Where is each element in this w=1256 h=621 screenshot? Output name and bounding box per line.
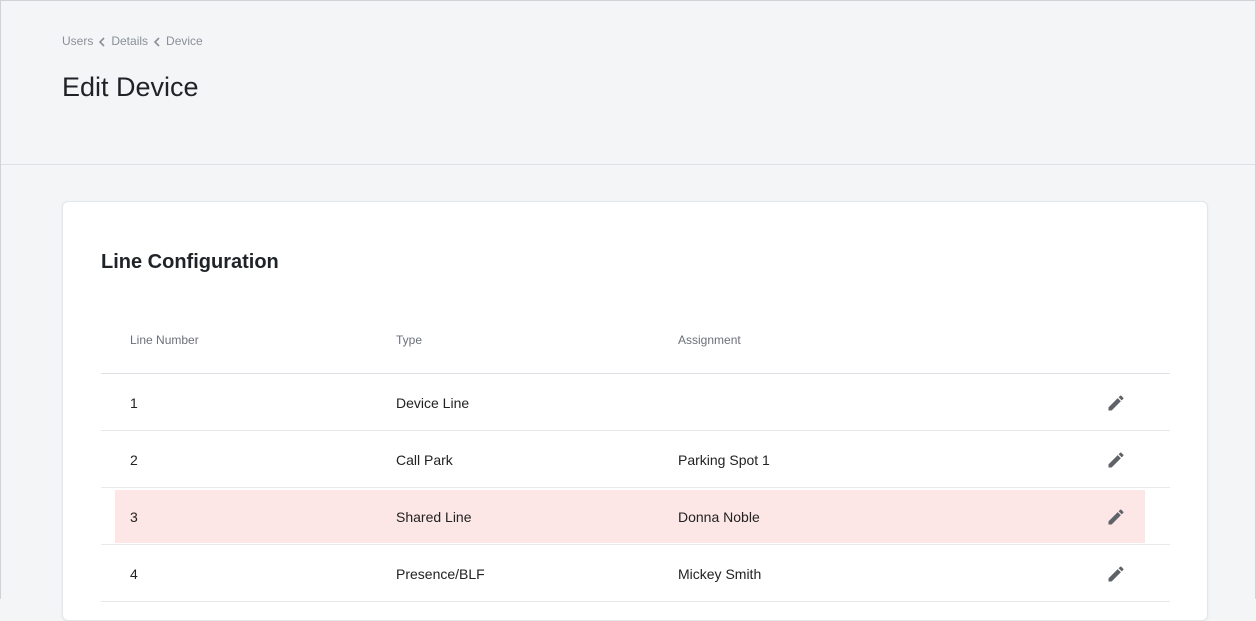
breadcrumb-users[interactable]: Users [62, 34, 93, 48]
type-cell: Shared Line [396, 509, 472, 525]
line-number-cell: 2 [130, 452, 138, 468]
line-number-cell: 1 [130, 395, 138, 411]
column-header-type: Type [396, 333, 423, 347]
table-header: Line Number Type Assignment [101, 314, 1170, 374]
table-row: 2 Call Park Parking Spot 1 [101, 431, 1170, 488]
page-header: Users Details Device Edit Device [1, 1, 1255, 165]
pencil-icon[interactable] [1104, 391, 1128, 415]
line-configuration-table: Line Number Type Assignment 1 Device Lin… [101, 314, 1170, 602]
app-frame: Users Details Device Edit Device Line Co… [0, 0, 1256, 621]
table-row-highlighted: 3 Shared Line Donna Noble [101, 488, 1170, 545]
type-cell: Presence/BLF [396, 566, 485, 582]
page-title: Edit Device [62, 72, 199, 102]
row-highlight [115, 490, 1145, 543]
breadcrumb-device: Device [166, 34, 203, 48]
type-cell: Device Line [396, 395, 470, 411]
assignment-cell: Parking Spot 1 [678, 452, 770, 468]
table-row: 4 Presence/BLF Mickey Smith [101, 545, 1170, 602]
card-title: Line Configuration [101, 251, 279, 273]
pencil-icon[interactable] [1104, 562, 1128, 586]
line-configuration-card: Line Configuration Line Number Type Assi… [62, 201, 1208, 621]
assignment-cell: Mickey Smith [678, 566, 762, 582]
assignment-cell: Donna Noble [678, 509, 760, 525]
chevron-left-icon [148, 34, 166, 48]
pencil-icon[interactable] [1104, 448, 1128, 472]
type-cell: Call Park [396, 452, 453, 468]
column-header-assignment: Assignment [678, 333, 741, 347]
line-number-cell: 3 [130, 509, 138, 525]
line-number-cell: 4 [130, 566, 138, 582]
breadcrumb: Users Details Device [62, 34, 203, 48]
chevron-left-icon [93, 34, 111, 48]
breadcrumb-details[interactable]: Details [111, 34, 148, 48]
table-row: 1 Device Line [101, 374, 1170, 431]
pencil-icon[interactable] [1104, 505, 1128, 529]
column-header-line-number: Line Number [130, 333, 199, 347]
